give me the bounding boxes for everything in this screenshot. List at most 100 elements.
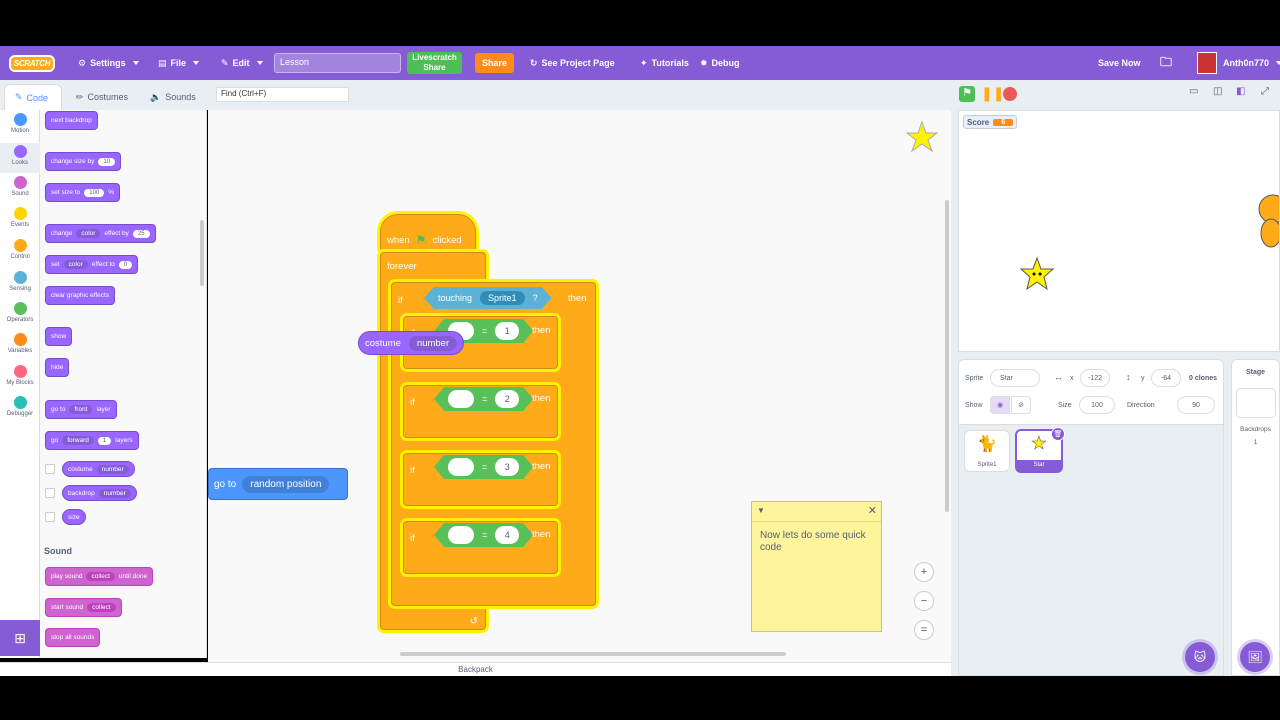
stop-icon[interactable] xyxy=(1003,87,1017,101)
sprite-name-input[interactable]: Star xyxy=(990,369,1040,387)
collapse-icon[interactable]: ▼ xyxy=(757,506,765,515)
find-input[interactable]: Find (Ctrl+F) xyxy=(216,87,349,102)
stage-selector[interactable]: Stage Backdrops 1 xyxy=(1231,359,1280,676)
see-project-page-button[interactable]: ↻ See Project Page xyxy=(530,46,615,80)
comment-note[interactable]: ▼ ✕ Now lets do some quick code xyxy=(751,501,882,632)
tab-code[interactable]: ✎ Code xyxy=(4,84,62,110)
category-dot-icon xyxy=(13,176,27,189)
category-looks[interactable]: Looks xyxy=(0,143,40,173)
sound-heading: Sound xyxy=(44,546,72,556)
next-backdrop-block[interactable]: next backdrop xyxy=(45,111,98,130)
costume-reporter[interactable]: costume number xyxy=(62,461,135,477)
stop-all-sounds-block[interactable]: stop all sounds xyxy=(45,628,101,647)
settings-menu[interactable]: ⚙ Settings xyxy=(78,46,139,80)
then-label: then xyxy=(532,529,551,540)
equals-operator-2[interactable]: = 2 xyxy=(434,387,533,411)
category-sensing[interactable]: Sensing xyxy=(0,269,40,299)
start-sound-block[interactable]: start sound collect xyxy=(45,598,122,617)
category-events[interactable]: Events xyxy=(0,205,40,235)
change-size-block[interactable]: change size by 10 xyxy=(45,152,122,171)
equals-operator-3[interactable]: = 3 xyxy=(434,455,533,479)
clear-effects-block[interactable]: clear graphic effects xyxy=(45,286,116,305)
sprite-star-icon xyxy=(905,120,939,153)
go-layers-block[interactable]: go forward 1 layers xyxy=(45,431,139,450)
size-checkbox[interactable] xyxy=(45,512,55,522)
add-sprite-button[interactable]: 🐱 xyxy=(1185,642,1215,672)
delete-sprite-icon[interactable]: 🗑 xyxy=(1051,427,1065,441)
scratch-logo[interactable]: SCRATCH xyxy=(9,55,55,72)
pencil-icon: ✎ xyxy=(221,57,229,68)
x-input[interactable]: -122 xyxy=(1080,369,1110,387)
tab-sounds[interactable]: 🔈 Sounds xyxy=(140,84,206,110)
size-reporter[interactable]: size xyxy=(62,509,86,525)
note-header[interactable]: ▼ ✕ xyxy=(752,502,881,522)
backdrop-thumbnail[interactable] xyxy=(1235,388,1276,418)
equals-operator-4[interactable]: = 4 xyxy=(434,523,533,547)
edit-menu[interactable]: ✎ Edit xyxy=(221,46,263,80)
dragging-costume-reporter[interactable]: costume number xyxy=(358,331,465,355)
fullscreen-icon[interactable]: ⤢ xyxy=(1261,86,1277,102)
zoom-in-button[interactable]: + xyxy=(914,562,934,582)
go-to-layer-block[interactable]: go to front layer xyxy=(45,400,117,419)
zoom-reset-button[interactable]: = xyxy=(914,620,934,640)
workspace-hscroll[interactable] xyxy=(400,652,786,656)
add-backdrop-button[interactable]: 🖼 xyxy=(1240,642,1270,672)
small-stage-icon[interactable]: ◫ xyxy=(1213,86,1229,102)
save-now-button[interactable]: Save Now xyxy=(1098,46,1141,80)
file-menu[interactable]: ▤ File xyxy=(158,46,200,80)
category-operators[interactable]: Operators xyxy=(0,300,40,330)
category-control[interactable]: Control xyxy=(0,237,40,267)
category-debugger[interactable]: Debugger xyxy=(0,394,40,424)
folder-icon[interactable]: 🗀 xyxy=(1160,46,1172,80)
green-flag-icon[interactable]: ⚑ xyxy=(959,86,975,102)
palette-scrollbar[interactable] xyxy=(200,220,204,286)
tab-costumes[interactable]: ✏ Costumes xyxy=(66,84,138,110)
set-size-block[interactable]: set size to 100% xyxy=(45,183,121,202)
debug-button[interactable]: ✹ Debug xyxy=(700,46,740,80)
backdrop-reporter[interactable]: backdrop number xyxy=(62,485,137,501)
green-flag-icon: ⚑ xyxy=(415,233,427,247)
category-motion[interactable]: Motion xyxy=(0,111,40,141)
hide-eye-icon[interactable]: ⊘ xyxy=(1011,396,1031,414)
set-effect-block[interactable]: set color effect to 0 xyxy=(45,255,139,274)
close-icon[interactable]: ✕ xyxy=(868,504,877,517)
direction-input[interactable]: 90 xyxy=(1177,396,1215,414)
workspace-vscroll[interactable] xyxy=(945,200,949,512)
account-menu[interactable]: Anth0n770 xyxy=(1223,46,1280,80)
backdrop-checkbox[interactable] xyxy=(45,488,55,498)
scratch-editor: SCRATCH ⚙ Settings ▤ File ✎ Edit ↻ See P… xyxy=(0,0,1280,720)
pause-icon[interactable]: ❚❚ xyxy=(981,86,1004,102)
play-sound-block[interactable]: play sound collect until done xyxy=(45,567,154,586)
project-title-input[interactable]: Lesson xyxy=(274,53,401,73)
go-to-block[interactable]: go to random position xyxy=(208,468,348,500)
then-label: then xyxy=(532,461,551,472)
console-icon[interactable]: ▭ xyxy=(1189,86,1205,102)
backpack-bar[interactable]: Backpack xyxy=(0,662,951,676)
add-extension-button[interactable]: ⊞ xyxy=(0,620,40,656)
size-input[interactable]: 100 xyxy=(1079,396,1115,414)
sprite-thumb-sprite1[interactable]: 🐈 Sprite1 xyxy=(964,430,1010,472)
gear-icon: ⚙ xyxy=(78,57,87,68)
avatar[interactable] xyxy=(1197,52,1217,74)
category-variables[interactable]: Variables xyxy=(0,331,40,361)
stage-canvas[interactable]: Score 6 xyxy=(958,110,1280,352)
show-eye-icon[interactable]: ◉ xyxy=(990,396,1010,414)
large-stage-icon[interactable]: ◧ xyxy=(1236,86,1252,102)
category-sound[interactable]: Sound xyxy=(0,174,40,204)
note-text[interactable]: Now lets do some quick code xyxy=(752,522,881,562)
costume-checkbox[interactable] xyxy=(45,464,55,474)
livescratch-share-button[interactable]: Livescratch Share xyxy=(407,52,462,74)
y-input[interactable]: -64 xyxy=(1151,369,1181,387)
cat-sprite-icon xyxy=(1258,194,1279,248)
sprite-thumb-star[interactable]: ★ Star 🗑 xyxy=(1015,427,1065,473)
change-effect-block[interactable]: change color effect by 25 xyxy=(45,224,156,243)
show-block[interactable]: show xyxy=(45,327,73,346)
category-my-blocks[interactable]: My Blocks xyxy=(0,363,40,393)
share-button[interactable]: Share xyxy=(475,53,514,73)
zoom-out-button[interactable]: − xyxy=(914,591,934,611)
when-flag-clicked-block[interactable]: when ⚑ clicked xyxy=(380,214,476,252)
code-workspace[interactable]: when ⚑ clicked forever ↺ if touching Spr… xyxy=(208,110,951,662)
touching-sprite-condition[interactable]: touching Sprite1 ? xyxy=(424,287,552,309)
tutorials-button[interactable]: ✦ Tutorials xyxy=(640,46,689,80)
hide-block[interactable]: hide xyxy=(45,358,70,377)
